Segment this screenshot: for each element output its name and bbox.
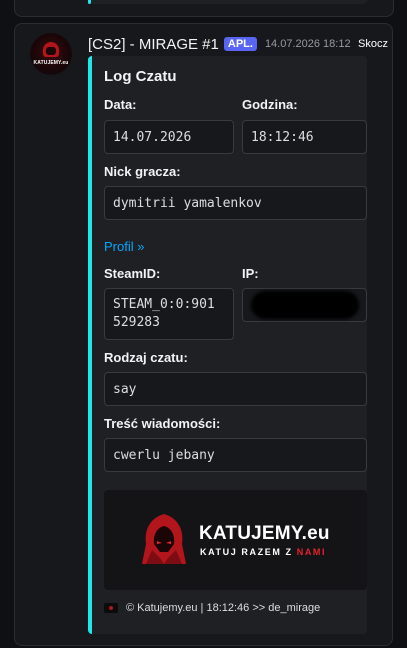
footer-logo-icon (104, 603, 118, 613)
date-value: 14.07.2026 (104, 120, 234, 154)
avatar[interactable]: KATUJEMY.eu (30, 33, 72, 75)
jump-link[interactable]: Skocz (358, 38, 388, 50)
time-value: 18:12:46 (242, 120, 367, 154)
content-value: cwerlu jebany (104, 438, 367, 472)
slogan-text: KATUJ RAZEM Z (200, 547, 297, 557)
ip-label: IP: (242, 266, 259, 281)
embed-title: Log Czatu (104, 68, 177, 85)
embed-banner-image[interactable]: KATUJEMY.eu KATUJ RAZEM Z NAMI (104, 490, 367, 590)
app-badge: APL. (223, 37, 257, 51)
steamid-label: SteamID: (104, 266, 161, 281)
previous-message (14, 0, 394, 17)
slogan-highlight: NAMI (296, 547, 327, 557)
steamid-value: STEAM_0:0:901 529283 (104, 288, 234, 340)
footer-text: © Katujemy.eu | 18:12:46 >> de_mirage (126, 602, 321, 614)
message-card: KATUJEMY.eu [CS2] - MIRAGE #1 APL. 14.07… (14, 23, 393, 646)
steamid-line-1: STEAM_0:0:901 (113, 297, 215, 312)
embed-footer: © Katujemy.eu | 18:12:46 >> de_mirage (104, 600, 320, 616)
nick-label: Nick gracza: (104, 164, 181, 179)
chat-type-label: Rodzaj czatu: (104, 350, 188, 365)
nick-value: dymitrii yamalenkov (104, 186, 367, 220)
hooded-figure-logo-icon (142, 514, 186, 564)
banner-brand: KATUJEMY.eu (199, 523, 330, 544)
ip-value (242, 288, 367, 322)
chat-type-value: say (104, 372, 367, 406)
avatar-text: KATUJEMY.eu (33, 60, 69, 66)
time-label: Godzina: (242, 97, 298, 112)
author-name[interactable]: [CS2] - MIRAGE #1 (88, 36, 219, 53)
message-header: [CS2] - MIRAGE #1 APL. 14.07.2026 18:12 … (88, 34, 388, 54)
chat-log-embed: Log Czatu Data: 14.07.2026 Godzina: 18:1… (88, 56, 367, 634)
avatar-face (46, 47, 56, 55)
steamid-line-2: 529283 (113, 315, 160, 330)
message-timestamp: 14.07.2026 18:12 (264, 38, 351, 50)
previous-embed (91, 0, 367, 4)
date-label: Data: (104, 97, 137, 112)
profile-link[interactable]: Profil » (104, 239, 144, 254)
content-label: Treść wiadomości: (104, 416, 221, 431)
redacted-ip (243, 289, 366, 321)
banner-slogan: KATUJ RAZEM Z NAMI (200, 547, 326, 557)
